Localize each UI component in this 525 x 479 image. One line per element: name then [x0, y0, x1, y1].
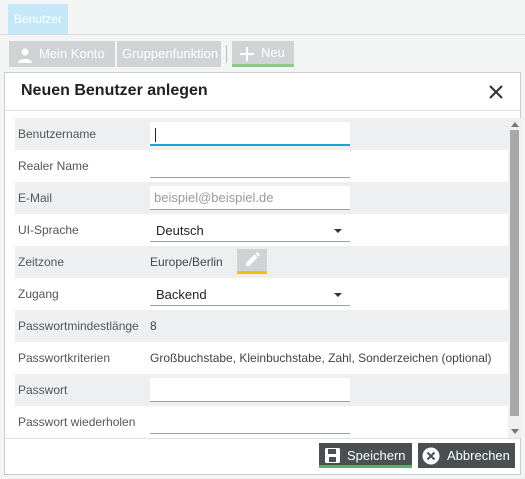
- new-user-dialog: Neuen Benutzer anlegen Benutzername Real…: [4, 72, 521, 475]
- dialog-title: Neuen Benutzer anlegen: [21, 82, 208, 99]
- text-caret: [155, 128, 156, 142]
- password-label: Passwort: [18, 383, 68, 397]
- real-name-label: Realer Name: [18, 159, 89, 173]
- group-function-button[interactable]: Gruppenfunktion: [117, 41, 221, 67]
- pw-min-length-label: Passwortmindestlänge: [18, 319, 139, 333]
- dialog-header: Neuen Benutzer anlegen: [5, 73, 520, 111]
- save-button[interactable]: Speichern: [319, 443, 412, 468]
- email-label: E-Mail: [18, 191, 53, 205]
- new-label: Neu: [261, 45, 285, 60]
- tab-benutzer[interactable]: Benutzer: [8, 4, 68, 34]
- scroll-thumb[interactable]: [510, 130, 519, 416]
- email-input[interactable]: [150, 186, 350, 210]
- my-account-label: Mein Konto: [39, 46, 105, 61]
- close-icon[interactable]: [486, 82, 506, 102]
- row-email: E-Mail: [15, 182, 509, 214]
- access-select[interactable]: Backend: [150, 282, 350, 306]
- row-username: Benutzername: [15, 118, 509, 150]
- timezone-value: Europe/Berlin: [150, 255, 223, 269]
- timezone-label: Zeitzone: [18, 255, 65, 269]
- new-button[interactable]: Neu: [232, 41, 294, 67]
- tab-divider: [0, 34, 525, 35]
- row-ui-language: UI-Sprache Deutsch: [15, 214, 509, 246]
- pw-min-length-value: 8: [150, 319, 157, 333]
- group-function-label: Gruppenfunktion: [122, 46, 219, 61]
- row-access: Zugang Backend: [15, 278, 509, 310]
- app-root: Benutzer Mein Konto Gruppenfunktion Neu …: [0, 0, 525, 479]
- row-password: Passwort: [15, 374, 509, 406]
- row-pw-criteria: Passwortkriterien Großbuchstabe, Kleinbu…: [15, 342, 509, 374]
- plus-icon: [239, 45, 255, 71]
- password-input[interactable]: [150, 378, 350, 402]
- username-label: Benutzername: [18, 127, 97, 141]
- chevron-down-icon: [334, 293, 342, 297]
- row-timezone: Zeitzone Europe/Berlin: [15, 246, 509, 278]
- access-value: Backend: [156, 287, 207, 302]
- user-form: Benutzername Realer Name E-Mail UI-Sprac…: [15, 118, 509, 438]
- pencil-icon: [244, 252, 260, 273]
- toolbar: Mein Konto Gruppenfunktion Neu: [0, 41, 525, 67]
- row-pw-min-length: Passwortmindestlänge 8: [15, 310, 509, 342]
- cancel-circle-icon: [422, 447, 440, 468]
- password-repeat-label: Passwort wiederholen: [18, 415, 136, 429]
- floppy-disk-icon: [324, 447, 341, 467]
- user-icon: [17, 46, 33, 72]
- pw-criteria-label: Passwortkriterien: [18, 351, 111, 365]
- ui-language-select[interactable]: Deutsch: [150, 218, 350, 242]
- cancel-button[interactable]: Abbrechen: [418, 443, 515, 468]
- row-password-repeat: Passwort wiederholen: [15, 406, 509, 438]
- access-label: Zugang: [18, 287, 59, 301]
- scroll-down-icon[interactable]: [511, 429, 519, 434]
- scroll-up-icon[interactable]: [511, 122, 519, 127]
- footer-divider: [5, 438, 520, 439]
- username-input[interactable]: [150, 122, 350, 146]
- row-real-name: Realer Name: [15, 150, 509, 182]
- timezone-edit-button[interactable]: [237, 249, 267, 274]
- toolbar-divider: [226, 45, 227, 63]
- ui-language-label: UI-Sprache: [18, 223, 79, 237]
- password-repeat-input[interactable]: [150, 410, 350, 434]
- chevron-down-icon: [334, 229, 342, 233]
- pw-criteria-value: Großbuchstabe, Kleinbuchstabe, Zahl, Son…: [150, 351, 492, 365]
- save-label: Speichern: [347, 448, 406, 463]
- real-name-input[interactable]: [150, 154, 350, 178]
- my-account-button[interactable]: Mein Konto: [9, 41, 115, 67]
- ui-language-value: Deutsch: [156, 223, 204, 238]
- form-scrollbar[interactable]: [508, 118, 521, 438]
- cancel-label: Abbrechen: [447, 448, 510, 463]
